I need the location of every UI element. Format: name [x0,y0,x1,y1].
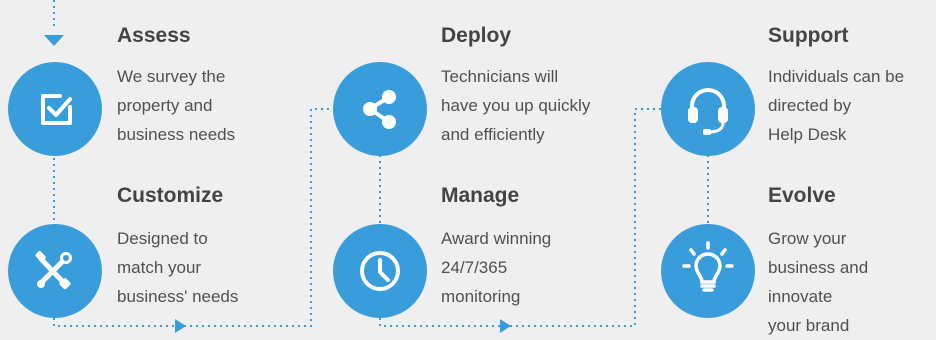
share-icon [363,90,396,129]
description-line: business' needs [117,287,239,306]
description-line: match your [117,258,202,277]
deploy-circle [333,62,427,156]
step-description-assess: We survey the property and business need… [117,62,235,149]
tools-icon [35,251,72,290]
description-line: 24/7/365 [441,258,508,277]
step-title-assess: Assess [117,24,191,47]
description-line: Designed to [117,229,208,248]
description-line: directed by [768,96,852,115]
description-line: Individuals can be [768,67,905,86]
step-title-support: Support [768,24,849,47]
checkbox-icon [41,94,72,125]
description-line: Help Desk [768,125,847,144]
step-title-manage: Manage [441,184,520,207]
step-description-evolve: Grow your business and innovate your bra… [768,224,868,340]
customize-circle [8,224,102,318]
assess-circle [8,62,102,156]
manage-circle [333,224,427,318]
step-description-manage: Award winning 24/7/365 monitoring [441,224,551,311]
description-line: your brand [768,316,850,335]
description-line: Award winning [441,229,552,248]
step-title-deploy: Deploy [441,24,512,47]
description-line: business and [768,258,869,277]
description-line: property and [117,96,213,115]
step-description-deploy: Technicians will have you up quickly and… [441,62,590,149]
description-line: We survey the [117,67,226,86]
description-line: Grow your [768,229,847,248]
description-line: business needs [117,125,236,144]
description-line: monitoring [441,287,521,306]
clock-icon [360,251,400,291]
flow-arrow-icon [500,319,511,333]
support-circle [661,62,755,156]
flow-arrow-icon [175,319,186,333]
step-title-customize: Customize [117,184,224,207]
description-line: innovate [768,287,833,306]
step-description-support: Individuals can be directed by Help Desk [768,62,904,149]
evolve-circle [661,224,755,318]
headset-icon [688,88,728,135]
description-line: have you up quickly [441,96,591,115]
lightbulb-icon [682,241,734,292]
entry-arrow-icon [44,35,64,46]
process-diagram: Assess We survey the property and busine… [0,0,936,339]
step-description-customize: Designed to match your business' needs [117,224,238,311]
step-title-evolve: Evolve [768,184,836,207]
description-line: Technicians will [441,67,559,86]
description-line: and efficiently [441,125,545,144]
